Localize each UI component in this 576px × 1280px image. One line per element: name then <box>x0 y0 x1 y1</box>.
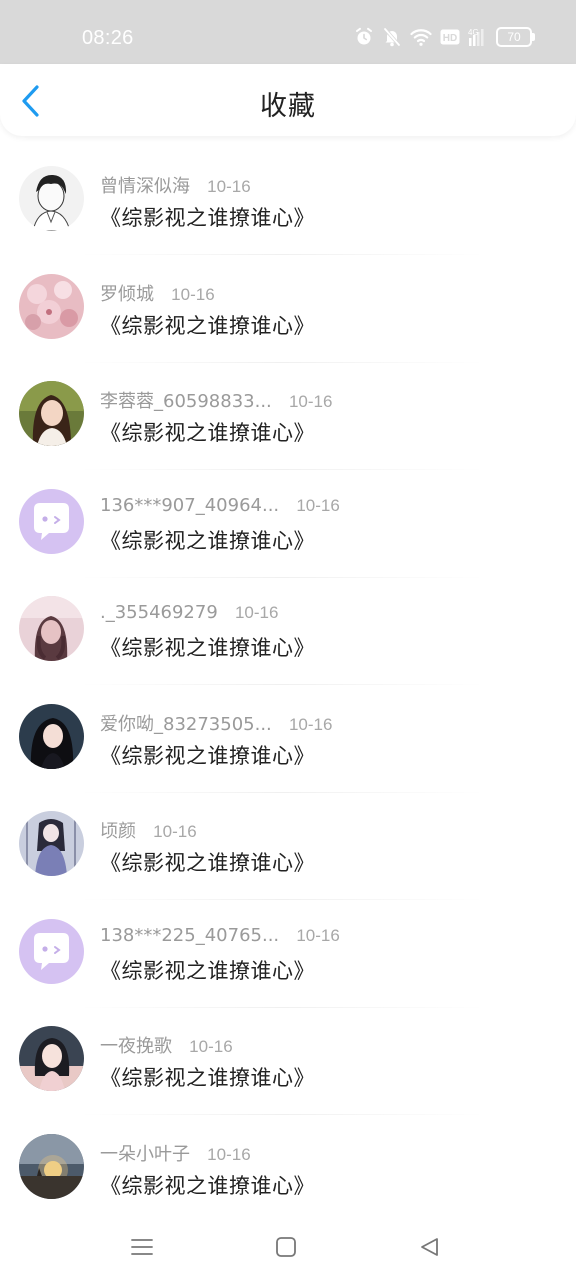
item-title: 《综影视之谁撩谁心》 <box>100 1066 315 1090</box>
alarm-icon <box>356 27 372 45</box>
bottom-navigation <box>0 1212 576 1280</box>
item-title: 《综影视之谁撩谁心》 <box>100 743 315 768</box>
status-time: 08:26 <box>82 27 134 49</box>
list-item[interactable]: 138***225_40765... 10-16 《综影视之谁撩谁心》 <box>0 889 576 1008</box>
favorites-list: 曾情深似海 10-16 《综影视之谁撩谁心》 罗倾城 10-16 《综影视之谁撩… <box>0 136 576 1211</box>
signal-4g-icon: 4G <box>468 28 484 46</box>
item-title: 《综影视之谁撩谁心》 <box>100 958 315 983</box>
date: 10-16 <box>207 177 251 196</box>
avatar[interactable] <box>19 1133 84 1199</box>
list-item[interactable]: ._355469279 10-16 《综影视之谁撩谁心》 <box>0 566 576 685</box>
list-item[interactable]: 李蓉蓉_60598833... 10-16 《综影视之谁撩谁心》 <box>0 351 576 470</box>
user-name: 138***225_40765... 10-16 <box>100 924 340 946</box>
nav-bar: 收藏 <box>0 64 576 136</box>
svg-text:HD: HD <box>443 33 457 44</box>
date: 10-16 <box>153 822 197 841</box>
date: 10-16 <box>296 495 340 515</box>
item-title: 《综影视之谁撩谁心》 <box>100 206 315 230</box>
avatar[interactable] <box>19 488 84 554</box>
date: 10-16 <box>171 284 215 304</box>
item-title: 《综影视之谁撩谁心》 <box>100 1173 315 1198</box>
user-name: 罗倾城 10-16 <box>100 283 215 305</box>
item-title: 《综影视之谁撩谁心》 <box>100 421 315 445</box>
page-title: 收藏 <box>260 91 316 122</box>
user-name: 一朵小叶子 10-16 <box>100 1143 251 1165</box>
avatar[interactable] <box>19 811 84 876</box>
item-title: 《综影视之谁撩谁心》 <box>100 851 315 875</box>
list-item[interactable]: 曾情深似海 10-16 《综影视之谁撩谁心》 <box>0 136 576 255</box>
list-item[interactable]: 一朵小叶子 10-16 《综影视之谁撩谁心》 <box>0 1104 576 1212</box>
avatar[interactable] <box>19 166 84 231</box>
item-title: 《综影视之谁撩谁心》 <box>100 636 315 660</box>
date: 10-16 <box>189 1037 233 1056</box>
avatar[interactable] <box>19 703 84 769</box>
list-item[interactable]: 罗倾城 10-16 《综影视之谁撩谁心》 <box>0 244 576 363</box>
avatar[interactable] <box>19 596 84 661</box>
battery-indicator: 70 <box>496 27 535 47</box>
item-title: 《综影视之谁撩谁心》 <box>100 528 315 553</box>
back-triangle-icon[interactable] <box>415 1232 445 1262</box>
date: 10-16 <box>288 392 333 411</box>
user-name: 136***907_40964... 10-16 <box>100 494 340 516</box>
hd-icon: HD <box>440 29 460 45</box>
item-title: 《综影视之谁撩谁心》 <box>100 313 315 338</box>
mute-icon <box>383 27 401 47</box>
avatar[interactable] <box>19 1026 84 1091</box>
user-name: 顷颜 10-16 <box>100 821 197 842</box>
avatar[interactable] <box>19 918 84 984</box>
avatar[interactable] <box>19 273 84 339</box>
list-item[interactable]: 一夜挽歌 10-16 《综影视之谁撩谁心》 <box>0 996 576 1115</box>
list-item[interactable]: 顷颜 10-16 《综影视之谁撩谁心》 <box>0 781 576 900</box>
menu-icon[interactable] <box>127 1232 157 1262</box>
date: 10-16 <box>288 714 333 734</box>
user-name: ._355469279 10-16 <box>100 602 279 623</box>
list-item[interactable]: 爱你呦_83273505... 10-16 《综影视之谁撩谁心》 <box>0 674 576 793</box>
user-name: 曾情深似海 10-16 <box>100 176 251 197</box>
list-item[interactable]: 136***907_40964... 10-16 《综影视之谁撩谁心》 <box>0 459 576 578</box>
wifi-icon <box>410 29 432 46</box>
status-icons: HD 4G 70 <box>354 27 535 47</box>
status-bar: 08:26 HD 4G 70 <box>0 0 576 64</box>
user-name: 爱你呦_83273505... 10-16 <box>100 713 333 735</box>
date: 10-16 <box>296 925 340 945</box>
date: 10-16 <box>207 1144 251 1164</box>
user-name: 一夜挽歌 10-16 <box>100 1036 233 1057</box>
avatar[interactable] <box>19 381 84 446</box>
user-name: 李蓉蓉_60598833... 10-16 <box>100 391 333 412</box>
home-icon[interactable] <box>271 1232 301 1262</box>
date: 10-16 <box>234 603 279 622</box>
